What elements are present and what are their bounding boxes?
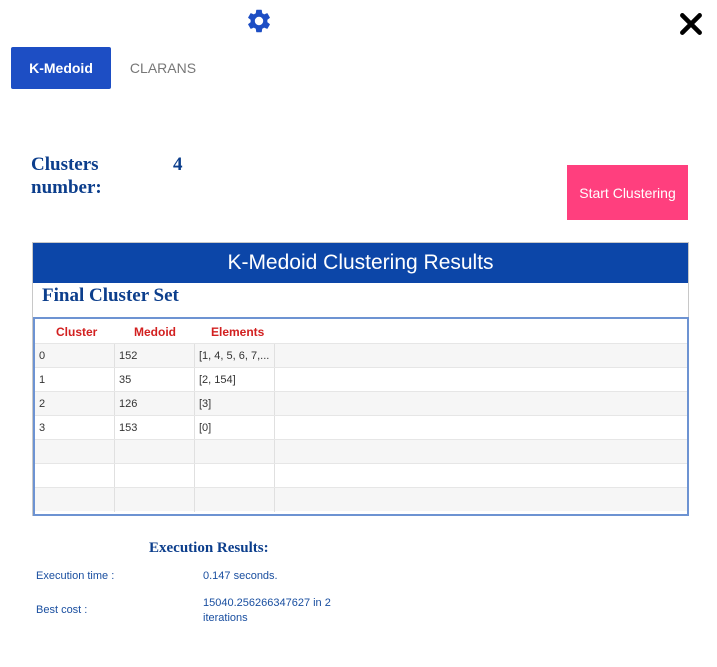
column-header-cluster[interactable]: Cluster (56, 325, 97, 339)
tab-k-medoid[interactable]: K-Medoid (11, 47, 111, 89)
results-panel: K-Medoid Clustering Results Final Cluste… (32, 242, 689, 516)
clusters-label-line1: Clusters (31, 154, 99, 175)
table-row (35, 487, 687, 512)
cell-medoid (115, 488, 195, 512)
cell-medoid: 152 (115, 344, 195, 368)
table-row[interactable]: 0 152 [1, 4, 5, 6, 7,... (35, 343, 687, 368)
clusters-number-label: Clusters number: (31, 153, 102, 199)
cell-medoid (115, 464, 195, 488)
best-cost-value: 15040.256266347627 in 2 iterations (203, 597, 331, 624)
best-cost-label: Best cost : (36, 604, 88, 616)
close-icon[interactable] (678, 11, 704, 37)
column-header-medoid[interactable]: Medoid (134, 325, 176, 339)
column-header-elements[interactable]: Elements (211, 325, 264, 339)
table-row[interactable]: 1 35 [2, 154] (35, 367, 687, 392)
final-cluster-set-title: Final Cluster Set (42, 285, 179, 306)
cell-cluster: 0 (35, 344, 115, 368)
cell-elements: [3] (195, 392, 275, 416)
cell-elements (195, 440, 275, 464)
table-row[interactable]: 3 153 [0] (35, 415, 687, 440)
table-body: 0 152 [1, 4, 5, 6, 7,... 1 35 [2, 154] 2… (35, 343, 687, 512)
table-header: Cluster Medoid Elements (35, 319, 687, 343)
cell-cluster (35, 440, 115, 464)
clusters-label-line2: number: (31, 177, 102, 198)
cell-elements (195, 464, 275, 488)
cell-elements: [2, 154] (195, 368, 275, 392)
cell-cluster: 1 (35, 368, 115, 392)
clusters-number-value[interactable]: 4 (173, 153, 183, 176)
cell-cluster: 2 (35, 392, 115, 416)
table-row (35, 463, 687, 488)
cluster-table: Cluster Medoid Elements 0 152 [1, 4, 5, … (33, 317, 689, 516)
cell-elements: [1, 4, 5, 6, 7,... (195, 344, 275, 368)
cell-medoid (115, 440, 195, 464)
cell-medoid: 153 (115, 416, 195, 440)
cell-cluster (35, 488, 115, 512)
cell-medoid: 126 (115, 392, 195, 416)
execution-time-label: Execution time : (36, 570, 115, 582)
start-clustering-button[interactable]: Start Clustering (567, 165, 688, 220)
cell-elements: [0] (195, 416, 275, 440)
table-row[interactable]: 2 126 [3] (35, 391, 687, 416)
table-row (35, 439, 687, 464)
tab-clarans[interactable]: CLARANS (120, 47, 206, 89)
results-header: K-Medoid Clustering Results (33, 243, 688, 283)
cell-cluster (35, 464, 115, 488)
cell-medoid: 35 (115, 368, 195, 392)
cell-elements (195, 488, 275, 512)
execution-time-value: 0.147 seconds. (203, 570, 278, 582)
gear-icon[interactable] (245, 7, 273, 35)
execution-results-title: Execution Results: (149, 540, 269, 556)
cell-cluster: 3 (35, 416, 115, 440)
